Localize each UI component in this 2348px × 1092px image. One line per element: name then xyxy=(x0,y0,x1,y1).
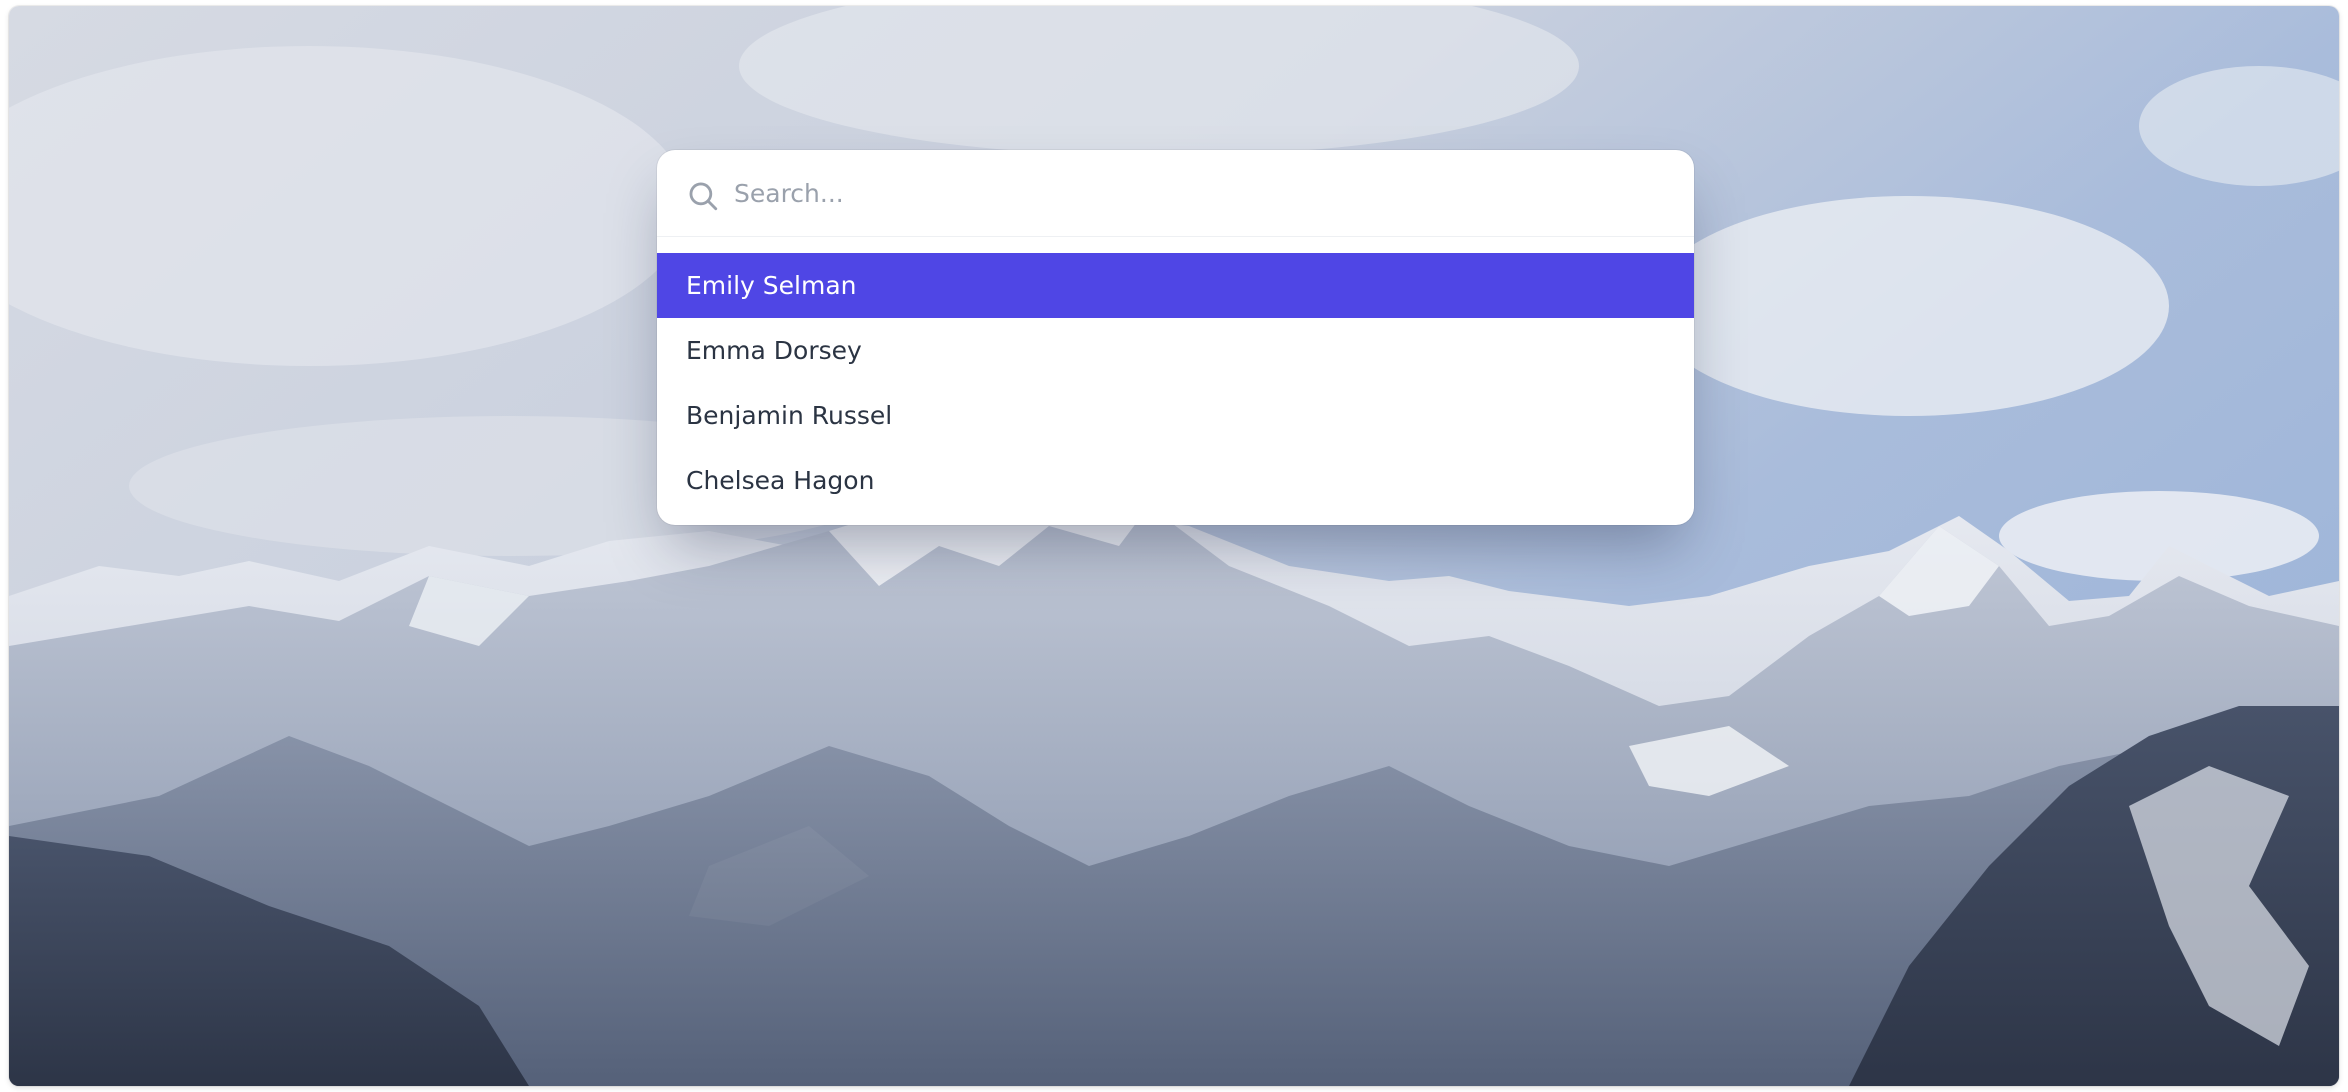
result-item-chelsea-hagon[interactable]: Chelsea Hagon xyxy=(657,448,1694,513)
result-item-emily-selman[interactable]: Emily Selman xyxy=(657,253,1694,318)
search-icon xyxy=(689,182,718,211)
result-item-emma-dorsey[interactable]: Emma Dorsey xyxy=(657,318,1694,383)
app-window: Emily Selman Emma Dorsey Benjamin Russel… xyxy=(9,6,2339,1086)
results-list: Emily Selman Emma Dorsey Benjamin Russel… xyxy=(657,237,1694,513)
search-input[interactable] xyxy=(734,150,1654,236)
command-palette: Emily Selman Emma Dorsey Benjamin Russel… xyxy=(657,150,1694,525)
result-item-benjamin-russel[interactable]: Benjamin Russel xyxy=(657,383,1694,448)
search-bar xyxy=(657,150,1694,237)
